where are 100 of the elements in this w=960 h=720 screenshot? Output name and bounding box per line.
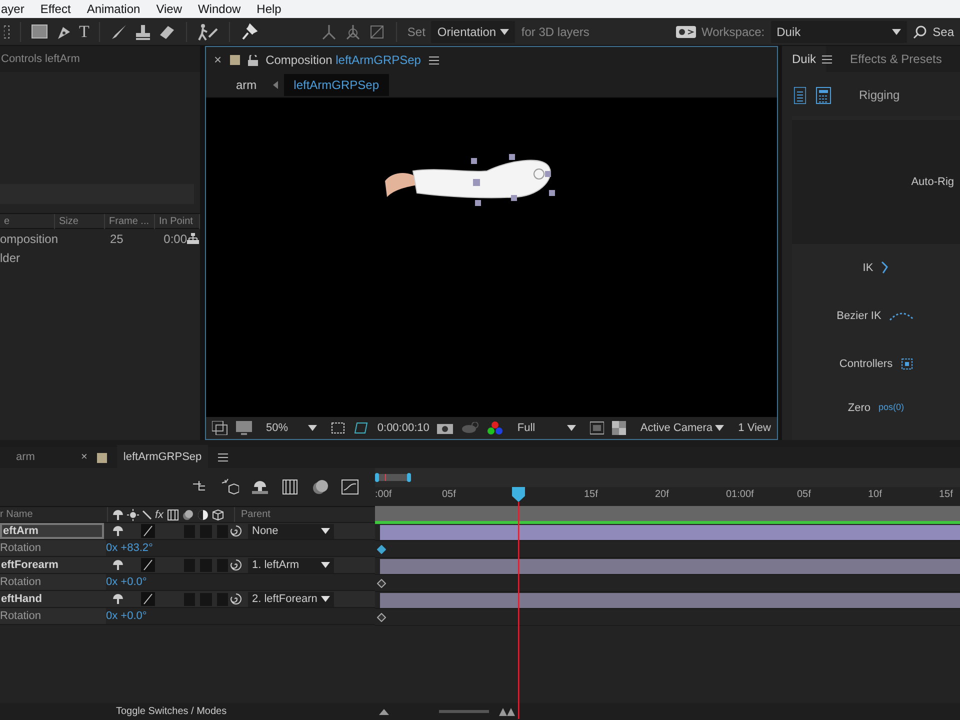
- parent-dropdown[interactable]: 1. leftArm: [248, 558, 334, 572]
- layer-name[interactable]: eftHand: [0, 591, 104, 607]
- quality-switch-icon[interactable]: [141, 524, 155, 538]
- axis-icon[interactable]: [320, 22, 338, 40]
- shy-switch-icon[interactable]: [112, 525, 124, 537]
- zoom-out-icon[interactable]: [379, 708, 389, 714]
- workspace-dropdown[interactable]: Duik: [770, 20, 907, 42]
- draft-3d-icon[interactable]: [221, 478, 239, 496]
- column-header[interactable]: In Point: [155, 214, 200, 228]
- frame-blending-icon[interactable]: [166, 508, 179, 520]
- current-time[interactable]: 0:00:00:10: [377, 420, 430, 436]
- color-channels-icon[interactable]: [487, 421, 504, 435]
- tool-button[interactable]: Auto-Rig: [792, 120, 960, 244]
- camera-dropdown[interactable]: Active Camera: [634, 419, 730, 437]
- resolution-dropdown[interactable]: Full: [511, 419, 582, 437]
- pick-whip-icon[interactable]: [230, 593, 242, 605]
- pin-icon[interactable]: [240, 22, 258, 40]
- pick-whip-icon[interactable]: [230, 525, 242, 537]
- view-layout[interactable]: 1 View: [738, 420, 771, 436]
- camera-icon[interactable]: [437, 422, 454, 434]
- keyframe-icon[interactable]: [377, 578, 386, 588]
- parent-dropdown[interactable]: None: [248, 524, 334, 538]
- column-header[interactable]: e: [0, 214, 55, 228]
- tool-button[interactable]: IK: [792, 244, 960, 292]
- property-value[interactable]: 0x +83.2°: [106, 540, 153, 556]
- puppet-icon[interactable]: [197, 22, 220, 40]
- search-icon[interactable]: [912, 24, 927, 38]
- timeline-tab[interactable]: leftArmGRPSep: [117, 445, 208, 470]
- shy-icon[interactable]: [251, 478, 269, 496]
- quality-switch-icon[interactable]: [141, 558, 155, 572]
- calculator-icon[interactable]: [816, 86, 831, 104]
- shy-icon[interactable]: [112, 508, 124, 520]
- workspace-toggle-icon[interactable]: [676, 26, 696, 38]
- menu-item[interactable]: Window: [198, 0, 241, 18]
- frame-blending-icon[interactable]: [281, 478, 299, 496]
- tool-button[interactable]: Controllers: [792, 340, 960, 388]
- motion-blur-icon[interactable]: [311, 478, 329, 496]
- menu-item[interactable]: Animation: [86, 0, 140, 18]
- quality-switch-icon[interactable]: [141, 592, 155, 606]
- fast-previews-icon[interactable]: [590, 421, 604, 435]
- timeline-tab[interactable]: arm: [10, 445, 41, 470]
- breadcrumb[interactable]: leftArmGRPSep: [284, 74, 390, 96]
- time-navigator[interactable]: [375, 473, 411, 482]
- panel-tab[interactable]: Effects & Presets: [840, 46, 952, 74]
- menu-icon[interactable]: [428, 56, 439, 64]
- tool-button[interactable]: Bezier IK: [792, 292, 960, 340]
- breadcrumb[interactable]: arm: [226, 74, 267, 96]
- view-axis-icon[interactable]: [368, 22, 386, 40]
- zoom-dropdown[interactable]: 50%: [260, 419, 324, 437]
- graph-editor-icon[interactable]: [341, 478, 359, 496]
- cube-icon[interactable]: [212, 508, 224, 520]
- keyframe-icon[interactable]: [377, 544, 386, 554]
- brush-icon[interactable]: [110, 22, 128, 40]
- property-value[interactable]: 0x +0.0°: [106, 574, 147, 590]
- parent-dropdown[interactable]: 2. leftForearn: [248, 592, 334, 606]
- orientation-dropdown[interactable]: Orientation: [431, 20, 516, 42]
- column-header[interactable]: Frame ...: [105, 214, 155, 228]
- zoom-in-icon[interactable]: [499, 708, 515, 716]
- mask-path-icon[interactable]: [353, 421, 370, 435]
- keyframe-icon[interactable]: [377, 612, 386, 622]
- menu-item[interactable]: View: [156, 0, 182, 18]
- notepad-icon[interactable]: [794, 86, 806, 104]
- sun-icon[interactable]: [127, 508, 139, 520]
- rectangle-tool-icon[interactable]: [31, 22, 49, 40]
- tool-button[interactable]: Zero pos(0): [792, 388, 960, 428]
- menu-item[interactable]: Effect: [40, 0, 71, 18]
- shy-switch-icon[interactable]: [112, 559, 124, 571]
- menu-item[interactable]: ayer: [1, 0, 24, 18]
- close-icon[interactable]: ×: [80, 449, 88, 466]
- transparency-grid-icon[interactable]: [612, 421, 626, 435]
- shy-switch-icon[interactable]: [112, 593, 124, 605]
- layer-bar[interactable]: [380, 558, 960, 574]
- motion-blur-icon[interactable]: [182, 508, 194, 520]
- menu-icon[interactable]: [218, 453, 228, 462]
- selection-icon[interactable]: [4, 24, 10, 38]
- layer-name[interactable]: eftForearm: [0, 557, 104, 573]
- monitor-icon[interactable]: [236, 421, 252, 435]
- panel-tab[interactable]: Duik: [782, 46, 826, 74]
- panel-tab[interactable]: Composition leftArmGRPSep: [266, 51, 421, 69]
- close-icon[interactable]: ×: [214, 50, 222, 70]
- pick-whip-icon[interactable]: [230, 559, 242, 571]
- world-axis-icon[interactable]: [344, 22, 362, 40]
- column-header[interactable]: Size: [55, 214, 105, 228]
- text-tool[interactable]: T: [79, 18, 90, 44]
- region-icon[interactable]: [331, 421, 346, 435]
- layer-name[interactable]: eftArm: [0, 523, 104, 539]
- search-label[interactable]: Sea: [932, 22, 954, 40]
- column-header[interactable]: r Name: [0, 507, 108, 522]
- adjustment-layer-icon[interactable]: [196, 508, 209, 520]
- layer-bar[interactable]: [380, 592, 960, 608]
- menu-icon[interactable]: [822, 54, 832, 64]
- property-value[interactable]: 0x +0.0°: [106, 608, 147, 624]
- always-preview-icon[interactable]: [212, 421, 228, 435]
- quality-icon[interactable]: [142, 508, 152, 520]
- column-header[interactable]: Parent: [234, 507, 344, 522]
- menu-item[interactable]: Help: [256, 0, 282, 18]
- current-time-indicator[interactable]: [512, 487, 526, 719]
- layer-bar[interactable]: [380, 524, 960, 540]
- lock-icon[interactable]: [248, 54, 258, 66]
- stamp-icon[interactable]: [134, 22, 152, 40]
